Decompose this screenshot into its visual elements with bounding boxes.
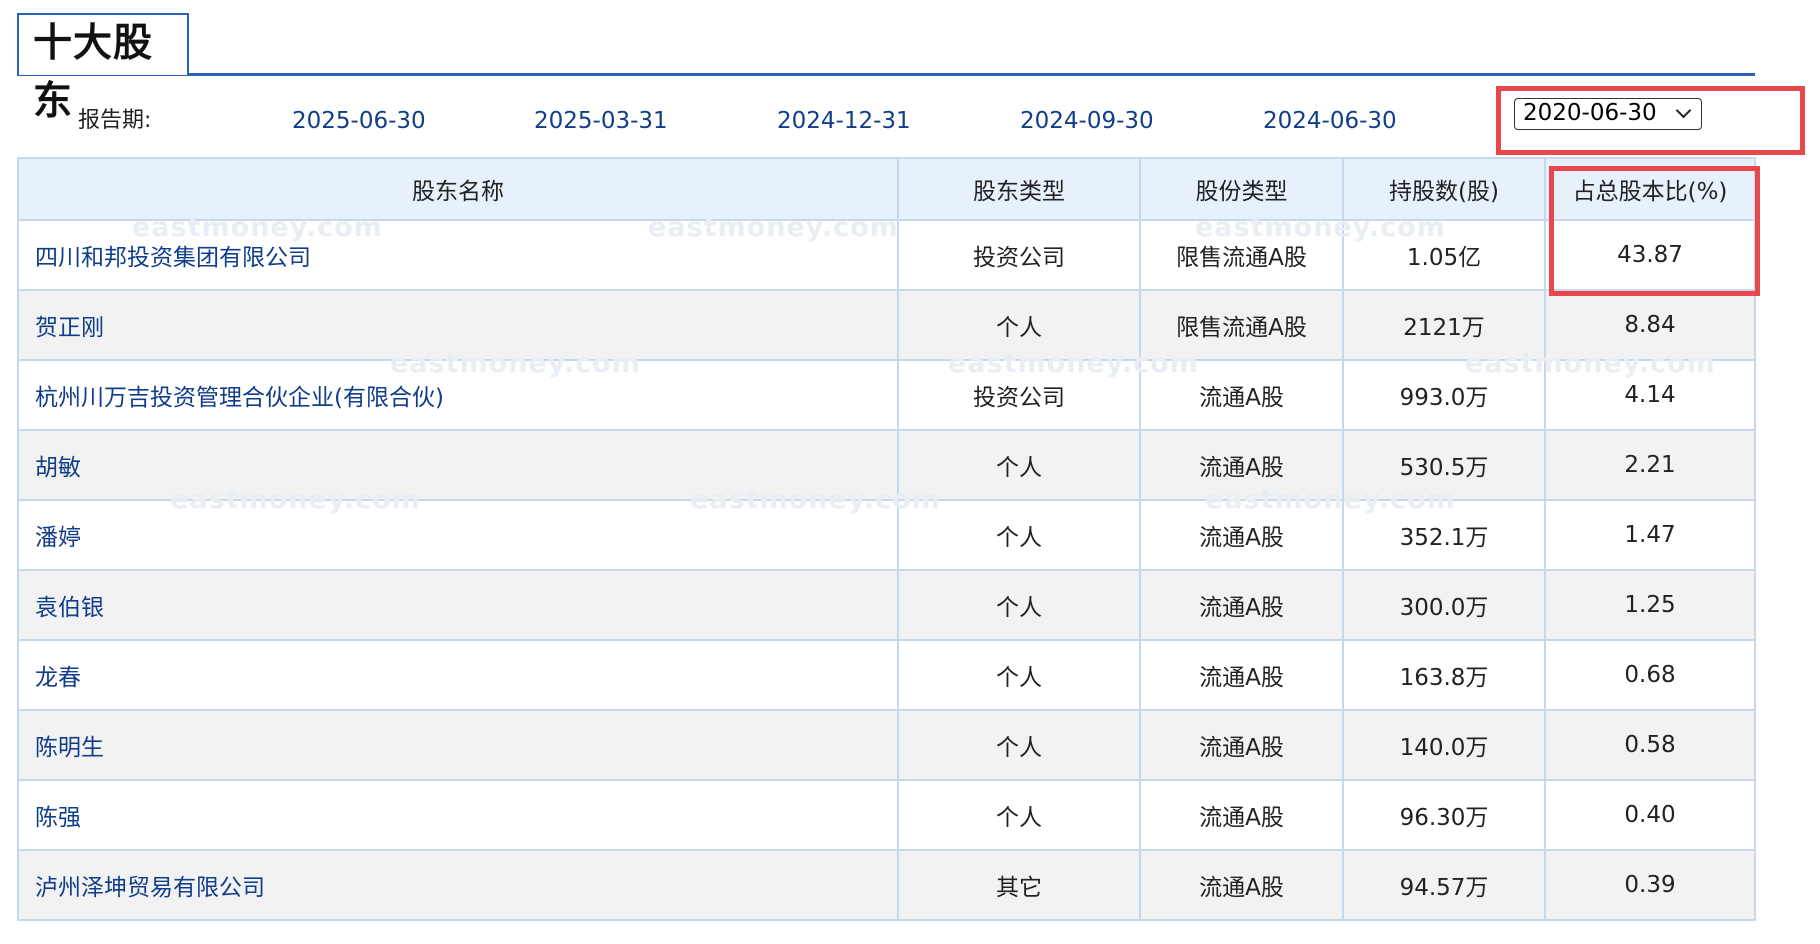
share-type-cell: 流通A股 xyxy=(1139,779,1344,851)
shares-held-cell: 300.0万 xyxy=(1342,569,1546,641)
share-type-cell: 流通A股 xyxy=(1139,499,1344,571)
table-row: 潘婷 个人 流通A股 352.1万 1.47 xyxy=(17,499,1756,571)
holder-name-cell[interactable]: 贺正刚 xyxy=(17,289,899,361)
holder-name-cell[interactable]: 泸州泽坤贸易有限公司 xyxy=(17,849,899,921)
column-header-holder-name: 股东名称 xyxy=(17,157,899,221)
share-type-cell: 流通A股 xyxy=(1139,359,1344,431)
holding-ratio-cell: 0.68 xyxy=(1544,639,1756,711)
shares-held-cell: 993.0万 xyxy=(1342,359,1546,431)
share-type-cell: 流通A股 xyxy=(1139,639,1344,711)
shares-held-cell: 94.57万 xyxy=(1342,849,1546,921)
column-header-holder-type: 股东类型 xyxy=(897,157,1141,221)
holding-ratio-cell: 0.40 xyxy=(1544,779,1756,851)
column-header-shares-held: 持股数(股) xyxy=(1342,157,1546,221)
title-underline xyxy=(17,73,1755,76)
table-row: 陈明生 个人 流通A股 140.0万 0.58 xyxy=(17,709,1756,781)
holding-ratio-cell: 0.39 xyxy=(1544,849,1756,921)
holder-name-cell[interactable]: 杭州川万吉投资管理合伙企业(有限合伙) xyxy=(17,359,899,431)
holder-type-cell: 个人 xyxy=(897,569,1141,641)
holder-name-cell[interactable]: 袁伯银 xyxy=(17,569,899,641)
shares-held-cell: 163.8万 xyxy=(1342,639,1546,711)
column-header-holding-ratio: 占总股本比(%) xyxy=(1544,157,1756,221)
share-type-cell: 流通A股 xyxy=(1139,569,1344,641)
shares-held-cell: 2121万 xyxy=(1342,289,1546,361)
period-link-3[interactable]: 2024-12-31 xyxy=(777,104,911,138)
holder-type-cell: 个人 xyxy=(897,429,1141,501)
report-period-selected-value: 2020-06-30 xyxy=(1523,100,1657,126)
shares-held-cell: 352.1万 xyxy=(1342,499,1546,571)
holder-type-cell: 个人 xyxy=(897,289,1141,361)
chevron-down-icon xyxy=(1675,102,1692,119)
column-header-share-type: 股份类型 xyxy=(1139,157,1344,221)
holder-type-cell: 个人 xyxy=(897,709,1141,781)
holder-name-cell[interactable]: 陈明生 xyxy=(17,709,899,781)
shares-held-cell: 140.0万 xyxy=(1342,709,1546,781)
table-header-row: 股东名称 股东类型 股份类型 持股数(股) 占总股本比(%) xyxy=(17,157,1756,221)
share-type-cell: 限售流通A股 xyxy=(1139,289,1344,361)
holding-ratio-cell: 1.25 xyxy=(1544,569,1756,641)
holder-name-cell[interactable]: 四川和邦投资集团有限公司 xyxy=(17,219,899,291)
period-link-4[interactable]: 2024-09-30 xyxy=(1020,104,1154,138)
shares-held-cell: 1.05亿 xyxy=(1342,219,1546,291)
table-row: 泸州泽坤贸易有限公司 其它 流通A股 94.57万 0.39 xyxy=(17,849,1756,921)
holder-type-cell: 个人 xyxy=(897,779,1141,851)
holding-ratio-cell: 1.47 xyxy=(1544,499,1756,571)
table-row: 陈强 个人 流通A股 96.30万 0.40 xyxy=(17,779,1756,851)
holder-type-cell: 个人 xyxy=(897,499,1141,571)
period-link-2[interactable]: 2025-03-31 xyxy=(534,104,668,138)
table-row: 四川和邦投资集团有限公司 投资公司 限售流通A股 1.05亿 43.87 xyxy=(17,219,1756,291)
top-shareholders-table: 股东名称 股东类型 股份类型 持股数(股) 占总股本比(%) 四川和邦投资集团有… xyxy=(17,157,1756,921)
holder-type-cell: 个人 xyxy=(897,639,1141,711)
holding-ratio-cell: 8.84 xyxy=(1544,289,1756,361)
table-body: 四川和邦投资集团有限公司 投资公司 限售流通A股 1.05亿 43.87 贺正刚 个人 限售流… xyxy=(17,219,1756,921)
holder-name-cell[interactable]: 潘婷 xyxy=(17,499,899,571)
table-row: 胡敏 个人 流通A股 530.5万 2.21 xyxy=(17,429,1756,501)
period-link-1[interactable]: 2025-06-30 xyxy=(292,104,426,138)
holder-type-cell: 投资公司 xyxy=(897,359,1141,431)
share-type-cell: 限售流通A股 xyxy=(1139,219,1344,291)
holder-type-cell: 投资公司 xyxy=(897,219,1141,291)
period-link-5[interactable]: 2024-06-30 xyxy=(1263,104,1397,138)
report-period-label: 报告期: xyxy=(78,108,152,133)
table-row: 贺正刚 个人 限售流通A股 2121万 8.84 xyxy=(17,289,1756,361)
share-type-cell: 流通A股 xyxy=(1139,429,1344,501)
shares-held-cell: 96.30万 xyxy=(1342,779,1546,851)
share-type-cell: 流通A股 xyxy=(1139,849,1344,921)
holding-ratio-cell: 2.21 xyxy=(1544,429,1756,501)
holder-type-cell: 其它 xyxy=(897,849,1141,921)
table-row: 袁伯银 个人 流通A股 300.0万 1.25 xyxy=(17,569,1756,641)
section-title-tab: 十大股东 xyxy=(17,13,189,124)
table-row: 龙春 个人 流通A股 163.8万 0.68 xyxy=(17,639,1756,711)
report-period-select[interactable]: 2020-06-30 xyxy=(1514,98,1702,130)
share-type-cell: 流通A股 xyxy=(1139,709,1344,781)
holder-name-cell[interactable]: 胡敏 xyxy=(17,429,899,501)
holding-ratio-cell: 4.14 xyxy=(1544,359,1756,431)
table-row: 杭州川万吉投资管理合伙企业(有限合伙) 投资公司 流通A股 993.0万 4.14 xyxy=(17,359,1756,431)
holding-ratio-cell: 0.58 xyxy=(1544,709,1756,781)
shares-held-cell: 530.5万 xyxy=(1342,429,1546,501)
holding-ratio-cell: 43.87 xyxy=(1544,219,1756,291)
holder-name-cell[interactable]: 陈强 xyxy=(17,779,899,851)
holder-name-cell[interactable]: 龙春 xyxy=(17,639,899,711)
